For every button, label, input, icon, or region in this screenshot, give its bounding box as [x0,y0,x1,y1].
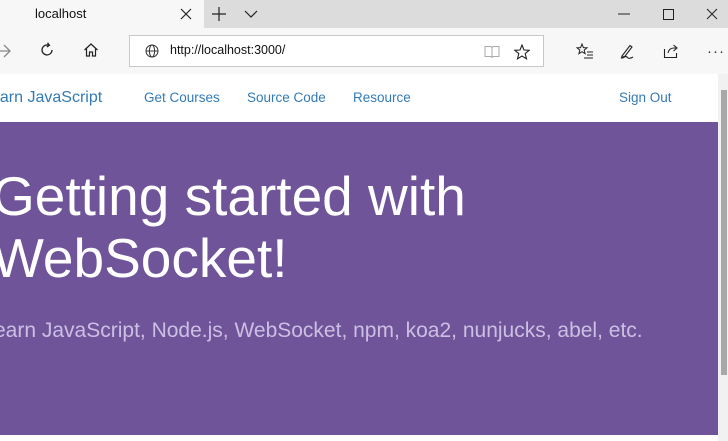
hero-banner: Getting started with WebSocket! earn Jav… [0,122,718,435]
chevron-down-icon[interactable] [240,3,262,25]
address-bar[interactable]: http://localhost:3000/ [129,35,544,67]
refresh-icon[interactable] [36,39,58,61]
hero-subtitle: earn JavaScript, Node.js, WebSocket, npm… [0,319,643,342]
more-icon[interactable]: ··· [704,40,728,62]
tab-strip: localhost [0,0,728,28]
close-icon[interactable] [176,4,196,24]
tab-title: localhost [35,6,87,21]
hero-title: Getting started with WebSocket! [0,165,466,289]
plus-icon[interactable] [208,3,230,25]
star-icon[interactable] [512,42,532,62]
globe-icon[interactable] [144,43,160,59]
sign-out-link[interactable]: Sign Out [619,90,672,105]
web-page: earn JavaScript Get Courses Source Code … [0,74,728,441]
pen-icon[interactable] [616,40,638,62]
close-icon[interactable] [700,2,724,26]
nav-get-courses[interactable]: Get Courses [144,90,220,105]
page-scrollbar[interactable] [718,74,728,441]
nav-source-code[interactable]: Source Code [247,90,326,105]
minimize-icon[interactable] [612,2,636,26]
browser-toolbar: http://localhost:3000/ ··· [0,28,728,74]
browser-tab[interactable]: localhost [0,0,204,28]
favorites-icon[interactable] [574,40,596,62]
home-icon[interactable] [80,39,102,61]
book-icon[interactable] [482,42,502,62]
site-navbar: earn JavaScript Get Courses Source Code … [0,74,718,122]
back-arrow-icon[interactable] [0,39,14,63]
nav-resource[interactable]: Resource [353,90,411,105]
scrollbar-thumb[interactable] [721,90,727,375]
maximize-icon[interactable] [656,2,680,26]
site-brand-link[interactable]: earn JavaScript [0,89,102,107]
share-icon[interactable] [660,40,682,62]
address-url[interactable]: http://localhost:3000/ [170,43,285,57]
